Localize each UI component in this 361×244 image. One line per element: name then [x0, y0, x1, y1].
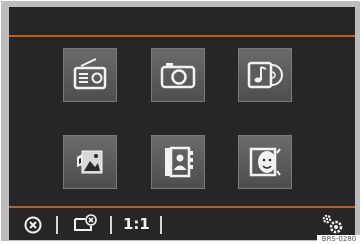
- radio-tile[interactable]: [63, 48, 117, 102]
- close-button[interactable]: [23, 215, 43, 235]
- picture-viewer-icon: [77, 150, 103, 174]
- aspect-ratio-button[interactable]: 1:1: [123, 214, 150, 234]
- separator: [160, 216, 162, 234]
- phonebook-icon: [165, 146, 193, 178]
- bottom-toolbar: 1:1: [9, 208, 355, 240]
- picture-viewer-tile[interactable]: [63, 135, 117, 189]
- infotainment-screen: 1:1: [9, 7, 355, 240]
- settings-button[interactable]: [319, 212, 345, 236]
- face-contact-tile[interactable]: [238, 135, 292, 189]
- close-circle-icon: [24, 216, 42, 234]
- picture-close-button[interactable]: [71, 214, 99, 234]
- settings-gears-icon: [322, 214, 343, 234]
- camera-icon: [160, 63, 196, 89]
- picture-close-icon: [74, 214, 97, 231]
- separator: [56, 216, 58, 234]
- media-music-icon: [247, 61, 283, 89]
- image-code-label: BRS-0280: [317, 235, 361, 244]
- camera-tile[interactable]: [151, 48, 205, 102]
- face-contact-icon: [249, 147, 281, 177]
- separator: [110, 216, 112, 234]
- radio-icon: [73, 58, 107, 90]
- phonebook-tile[interactable]: [151, 135, 205, 189]
- display-frame: 1:1: [1, 1, 360, 241]
- top-accent-line: [9, 35, 355, 37]
- media-tile[interactable]: [238, 48, 292, 102]
